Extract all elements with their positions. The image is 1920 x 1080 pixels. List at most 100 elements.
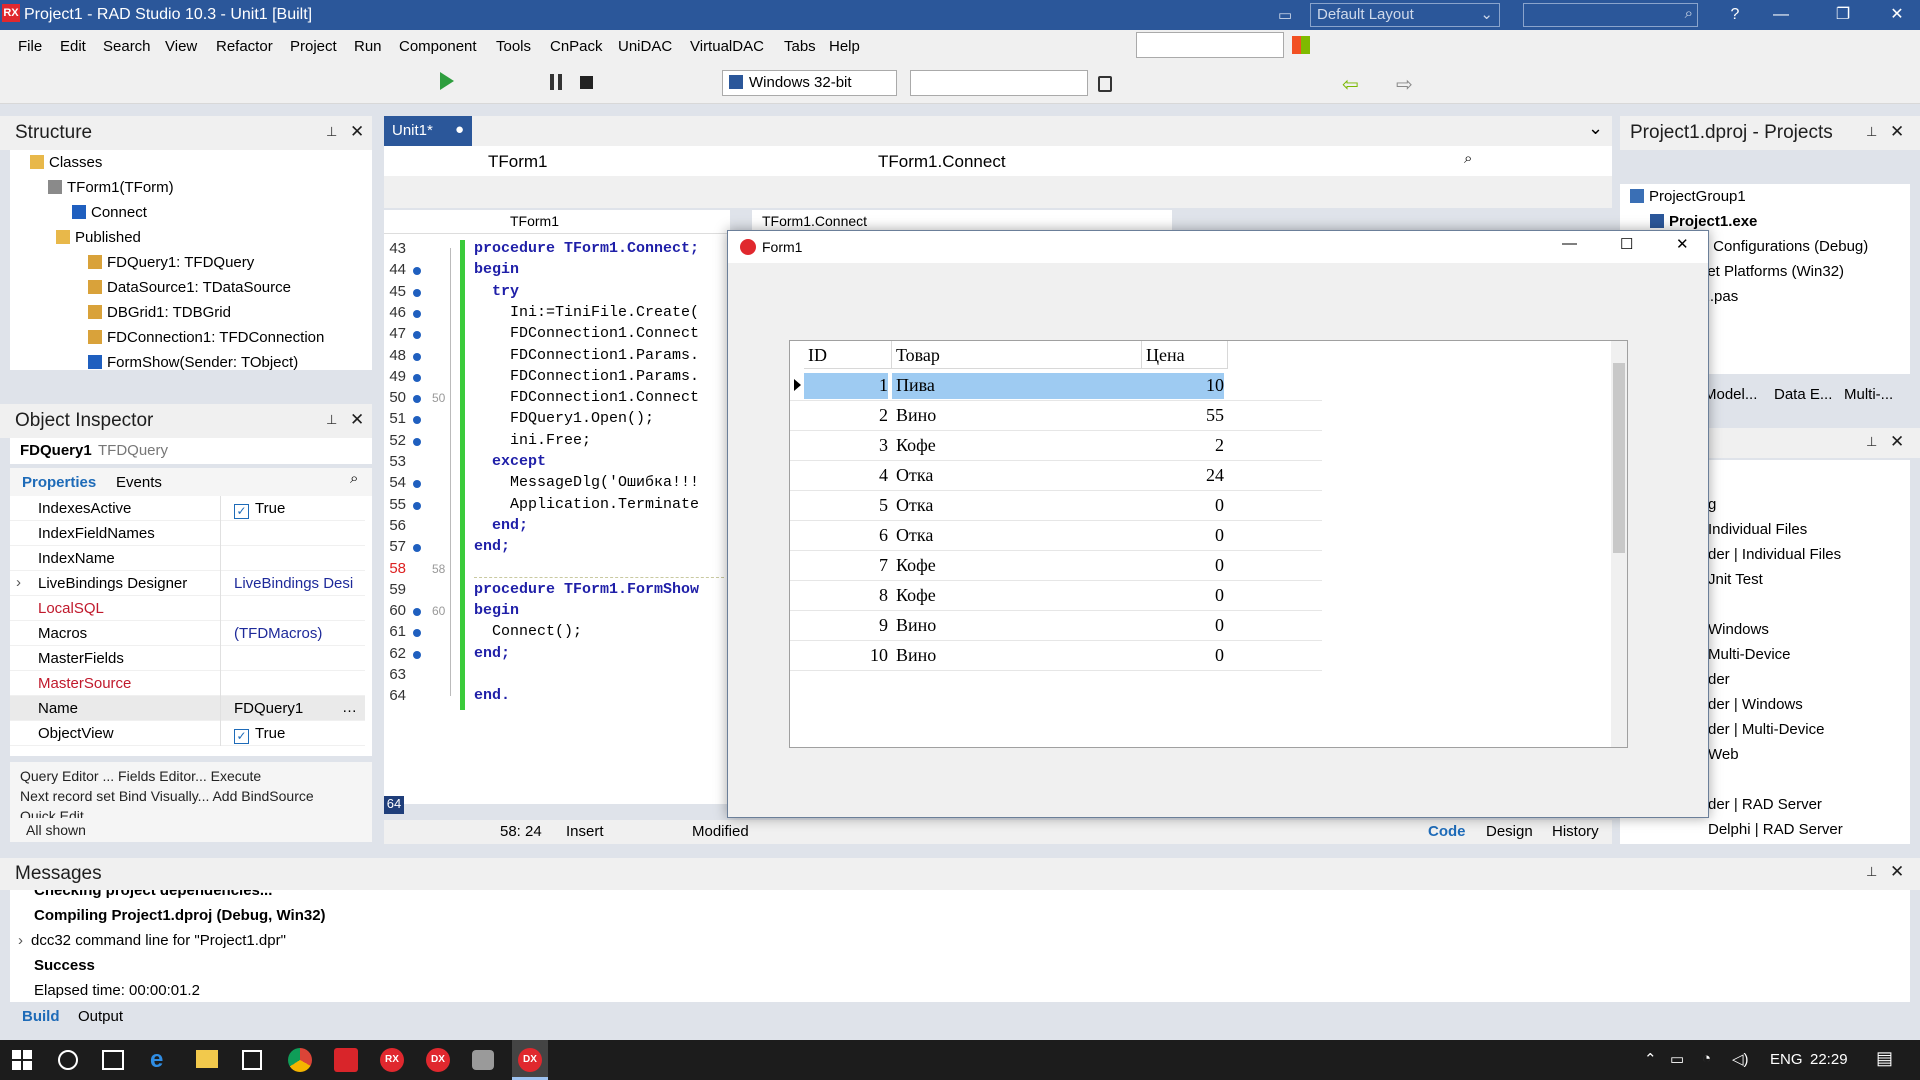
code-line[interactable]: FDConnection1.Params. bbox=[474, 368, 699, 385]
table-row[interactable]: 9 Вино 0 bbox=[790, 611, 1322, 641]
message-line[interactable]: Elapsed time: 00:00:01.2 bbox=[34, 982, 200, 999]
code-line[interactable]: end; bbox=[474, 645, 510, 662]
property-row[interactable]: › LiveBindings Designer LiveBindings Desi bbox=[10, 571, 365, 596]
inspector-link-row-3[interactable]: Quick Edit bbox=[20, 808, 84, 818]
cell-id[interactable]: 4 bbox=[804, 465, 888, 486]
tab-events[interactable]: Events bbox=[116, 474, 162, 491]
structure-item[interactable]: FDQuery1: TFDQuery bbox=[88, 254, 254, 271]
palette-item[interactable]: der bbox=[1708, 671, 1730, 688]
cell-id[interactable]: 1 bbox=[804, 373, 888, 399]
menu-edit[interactable]: Edit bbox=[60, 38, 86, 55]
cell-price[interactable]: 10 bbox=[1142, 373, 1224, 399]
table-row[interactable]: 7 Кофе 0 bbox=[790, 551, 1322, 581]
code-line[interactable]: FDConnection1.Connect bbox=[474, 325, 699, 342]
palette-item[interactable]: Windows bbox=[1708, 621, 1769, 638]
cell-price[interactable]: 0 bbox=[1142, 555, 1224, 576]
cell-price[interactable]: 0 bbox=[1142, 615, 1224, 636]
breakpoint-dot-icon[interactable] bbox=[413, 650, 421, 659]
stop-icon[interactable] bbox=[580, 76, 593, 89]
close-icon[interactable]: ✕ bbox=[1890, 432, 1904, 452]
close-icon[interactable]: ✕ bbox=[350, 410, 364, 430]
code-line[interactable]: end. bbox=[474, 687, 510, 704]
pin-icon[interactable]: ⊥ bbox=[1866, 124, 1880, 139]
breakpoint-dot-icon[interactable] bbox=[413, 309, 421, 318]
cell-id[interactable]: 10 bbox=[804, 645, 888, 666]
project-item[interactable]: ProjectGroup1 bbox=[1630, 188, 1746, 205]
language-indicator[interactable]: ENG bbox=[1770, 1051, 1803, 1068]
breakpoint-dot-icon[interactable] bbox=[413, 416, 421, 425]
code-line[interactable]: Application.Terminate bbox=[474, 496, 699, 513]
grid-header[interactable]: ID bbox=[804, 341, 892, 369]
expand-icon[interactable]: › bbox=[18, 932, 23, 949]
platform-select[interactable]: Windows 32-bit bbox=[722, 70, 897, 96]
cell-product[interactable]: Кофе bbox=[892, 555, 1142, 576]
close-icon[interactable]: ✕ bbox=[1890, 862, 1904, 882]
config-select[interactable] bbox=[910, 70, 1088, 96]
tab-multi-device[interactable]: Multi-... bbox=[1844, 386, 1893, 403]
pin-icon[interactable]: ⊥ bbox=[1866, 864, 1880, 879]
menu-tabs[interactable]: Tabs bbox=[784, 38, 816, 55]
cell-price[interactable]: 0 bbox=[1142, 495, 1224, 516]
nav-class[interactable]: TForm1 bbox=[510, 213, 559, 229]
code-line[interactable]: Connect(); bbox=[474, 623, 582, 640]
cell-id[interactable]: 6 bbox=[804, 525, 888, 546]
breakpoint-dot-icon[interactable] bbox=[413, 352, 421, 361]
code-line[interactable]: begin bbox=[474, 602, 519, 619]
class-combo[interactable]: TForm1 bbox=[488, 152, 548, 172]
wifi-icon[interactable]: ◔ bbox=[1702, 1050, 1711, 1067]
property-row[interactable]: ObjectView ✓ True bbox=[10, 721, 365, 746]
cell-price[interactable]: 55 bbox=[1142, 405, 1224, 426]
menu-cnpack[interactable]: CnPack bbox=[550, 38, 603, 55]
breakpoint-dot-icon[interactable] bbox=[413, 629, 421, 638]
property-value[interactable]: LiveBindings Desi bbox=[234, 575, 364, 592]
device-icon[interactable] bbox=[1098, 76, 1112, 92]
cell-product[interactable]: Пива bbox=[892, 373, 1142, 399]
palette-item[interactable]: der | Windows bbox=[1708, 696, 1803, 713]
cell-product[interactable]: Отка bbox=[892, 465, 1142, 486]
code-line[interactable]: MessageDlg('Ошибка!!! bbox=[474, 474, 699, 491]
layout-select[interactable]: Default Layout ⌄ bbox=[1310, 3, 1500, 27]
code-line[interactable]: except bbox=[474, 453, 546, 470]
code-line[interactable]: FDQuery1.Open(); bbox=[474, 410, 654, 427]
table-row[interactable]: 8 Кофе 0 bbox=[790, 581, 1322, 611]
volume-icon[interactable]: ◁) bbox=[1732, 1050, 1749, 1068]
run-icon[interactable] bbox=[440, 72, 454, 90]
app-icon[interactable] bbox=[472, 1050, 494, 1070]
running-form-task[interactable]: DX bbox=[512, 1040, 548, 1080]
checkbox-icon[interactable]: ✓ bbox=[234, 504, 249, 519]
menu-project[interactable]: Project bbox=[290, 38, 337, 55]
forward-icon[interactable]: ⇨ bbox=[1396, 72, 1413, 97]
property-row[interactable]: IndexFieldNames bbox=[10, 521, 365, 546]
palette-item[interactable]: der | Individual Files bbox=[1708, 546, 1841, 563]
cell-price[interactable]: 2 bbox=[1142, 435, 1224, 456]
cell-price[interactable]: 0 bbox=[1142, 525, 1224, 546]
search-combo[interactable] bbox=[1136, 32, 1284, 58]
project-item[interactable]: rget Platforms (Win32) bbox=[1694, 263, 1844, 280]
cell-id[interactable]: 7 bbox=[804, 555, 888, 576]
menu-search[interactable]: Search bbox=[103, 38, 151, 55]
edge-icon[interactable]: e bbox=[150, 1046, 163, 1074]
cell-id[interactable]: 8 bbox=[804, 585, 888, 606]
code-line[interactable]: end; bbox=[474, 517, 528, 534]
tray-chevron-icon[interactable]: ⌃ bbox=[1644, 1050, 1657, 1068]
palette-item[interactable]: der | Multi-Device bbox=[1708, 721, 1824, 738]
help-button[interactable]: ? bbox=[1712, 0, 1758, 30]
notification-icon[interactable]: ▤ bbox=[1876, 1048, 1893, 1069]
code-line[interactable] bbox=[474, 560, 724, 578]
tab-properties[interactable]: Properties bbox=[22, 474, 96, 491]
breakpoint-dot-icon[interactable] bbox=[413, 608, 421, 617]
ellipsis-button[interactable]: … bbox=[342, 699, 357, 716]
tab-unit1[interactable]: Unit1* ● bbox=[384, 116, 472, 146]
structure-item[interactable]: FDConnection1: TFDConnection bbox=[88, 329, 324, 346]
cell-product[interactable]: Вино bbox=[892, 405, 1142, 426]
structure-item[interactable]: DBGrid1: TDBGrid bbox=[88, 304, 231, 321]
tab-output[interactable]: Output bbox=[78, 1008, 123, 1025]
message-line[interactable]: Success bbox=[34, 957, 95, 974]
breakpoint-dot-icon[interactable] bbox=[413, 331, 421, 340]
search-icon[interactable]: ⌕ bbox=[350, 470, 358, 487]
delphi-icon[interactable]: DX bbox=[426, 1048, 450, 1072]
code-line[interactable]: begin bbox=[474, 261, 519, 278]
grid-header[interactable]: Товар bbox=[892, 341, 1142, 369]
code-line[interactable]: procedure TForm1.Connect; bbox=[474, 240, 699, 257]
cell-product[interactable]: Отка bbox=[892, 525, 1142, 546]
